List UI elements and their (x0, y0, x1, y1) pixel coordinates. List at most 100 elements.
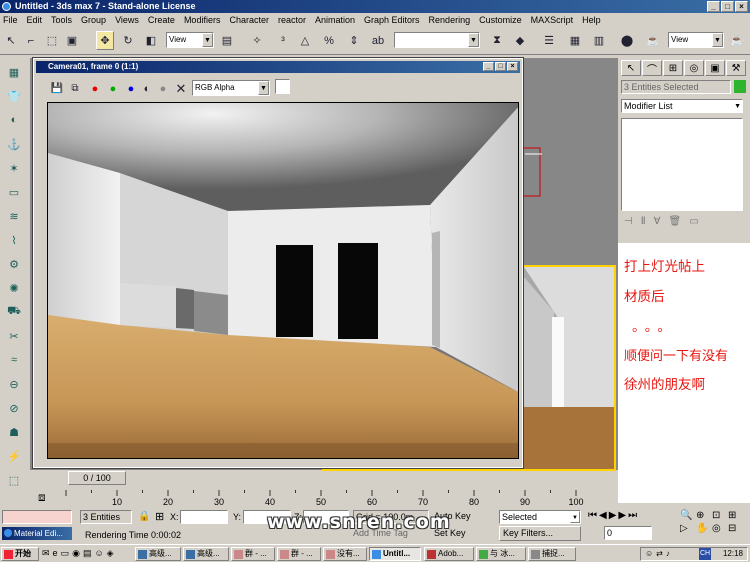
schematic-view-icon[interactable]: ▥ (590, 31, 608, 50)
qq-icon[interactable]: ☺ (94, 548, 103, 559)
outlook-icon[interactable]: ✉ (42, 548, 50, 559)
media-icon[interactable]: ◉ (72, 548, 80, 559)
material-editor-icon[interactable]: ⬤ (618, 31, 636, 50)
clone-icon[interactable]: ⧉ (66, 79, 84, 98)
angle-snap-icon[interactable]: △ (296, 31, 314, 50)
render-scene-icon[interactable]: ☕ (644, 31, 662, 50)
undo-icon[interactable]: ↖ (2, 31, 20, 50)
snap-toggle-icon[interactable]: ³ (274, 31, 292, 50)
x-coord-field[interactable] (180, 510, 228, 524)
fracture-icon[interactable]: ✂ (4, 326, 24, 346)
absolute-mode-icon[interactable]: ⊞ (155, 510, 164, 523)
qq-tray-icon[interactable]: ☺ (645, 549, 653, 558)
pan-icon[interactable]: ✋ (696, 523, 712, 534)
select-link-icon[interactable]: ⌐ (22, 31, 40, 50)
time-slider[interactable]: 0 / 100 (30, 470, 618, 490)
constraint-icon[interactable]: ⊖ (4, 374, 24, 394)
select-region-icon[interactable]: ⬚ (43, 31, 61, 50)
edit-named-selection-icon[interactable]: ab (369, 31, 387, 50)
modifier-stack[interactable] (621, 118, 743, 211)
named-selection-dropdown[interactable]: ▼ (394, 32, 480, 48)
menu-help[interactable]: Help (582, 15, 601, 25)
maximize-viewport-icon[interactable]: ⊟ (728, 523, 744, 534)
key-selection-dropdown[interactable]: Selected ▼ (499, 510, 581, 524)
task-4[interactable]: 群 - ... (277, 547, 321, 561)
mirror-icon[interactable]: ⧗ (488, 31, 506, 50)
align-icon[interactable]: ◆ (511, 31, 529, 50)
task-adobe[interactable]: Adob... (424, 547, 474, 561)
menu-group[interactable]: Group (81, 15, 106, 25)
percent-snap-icon[interactable]: % (320, 31, 338, 50)
previous-frame-icon[interactable]: ◀ (599, 510, 607, 521)
color-swatch[interactable] (275, 79, 290, 94)
plane-icon[interactable]: ▭ (4, 182, 24, 202)
task-2[interactable]: 高级... (183, 547, 229, 561)
preview-icon[interactable]: ⬚ (4, 470, 24, 490)
menu-character[interactable]: Character (229, 15, 269, 25)
pin-stack-icon[interactable]: ⊣ (624, 216, 633, 227)
render-frame-window[interactable]: Camera01, frame 0 (1:1) _ □ × 💾 ⧉ ● ● ● … (32, 57, 524, 469)
spring-icon[interactable]: ≋ (4, 206, 24, 226)
menu-tools[interactable]: Tools (51, 15, 72, 25)
select-scale-icon[interactable]: ◧ (142, 31, 160, 50)
menu-edit[interactable]: Edit (27, 15, 43, 25)
red-channel-icon[interactable]: ● (86, 79, 104, 98)
motion-tab-icon[interactable]: ◎ (684, 60, 704, 76)
render-view-dropdown[interactable]: View ▼ (668, 32, 724, 48)
motor-icon[interactable]: ⚙ (4, 254, 24, 274)
render-maximize-button[interactable]: □ (495, 62, 506, 71)
monochrome-icon[interactable]: ● (154, 79, 172, 98)
lock-icon[interactable]: 🔒 (138, 511, 150, 522)
object-color-swatch[interactable] (734, 80, 746, 93)
open-mini-curve-editor-icon[interactable]: ⧈ (38, 490, 46, 505)
material-editor-minimized[interactable]: Material Edi... (2, 527, 72, 540)
zoom-icon[interactable]: 🔍 (680, 510, 696, 521)
time-slider-thumb[interactable]: 0 / 100 (68, 471, 126, 485)
task-3dsmax[interactable]: Untitl... (369, 547, 421, 561)
key-filters-button[interactable]: Key Filters... (499, 526, 581, 541)
curve-editor-icon[interactable]: ▦ (566, 31, 584, 50)
ime-indicator[interactable]: CH (699, 548, 712, 560)
render-minimize-button[interactable]: _ (483, 62, 494, 71)
go-to-end-icon[interactable]: ⏭ (628, 510, 637, 521)
save-icon[interactable]: 💾 (48, 79, 66, 98)
manipulate-icon[interactable]: ✧ (248, 31, 266, 50)
modifier-list-dropdown[interactable]: Modifier List ▼ (621, 99, 743, 113)
window-crossing-icon[interactable]: ▣ (63, 31, 81, 50)
orbit-icon[interactable]: ◎ (712, 523, 728, 534)
task-5[interactable]: 没有... (323, 547, 367, 561)
deforming-mesh-icon[interactable]: ✶ (4, 158, 24, 178)
soft-body-icon[interactable]: ◐ (4, 110, 24, 130)
ragdoll-icon[interactable]: ☗ (4, 422, 24, 442)
analyze-icon[interactable]: ⚡ (4, 446, 24, 466)
current-frame-field[interactable]: 0 (604, 526, 652, 540)
hinge-icon[interactable]: ⊘ (4, 398, 24, 418)
menu-views[interactable]: Views (115, 15, 139, 25)
volume-tray-icon[interactable]: ♪ (666, 549, 670, 558)
minimize-button[interactable]: _ (707, 1, 720, 12)
display-tab-icon[interactable]: ▣ (705, 60, 725, 76)
toy-car-icon[interactable]: ⛟ (4, 302, 24, 322)
spinner-snap-icon[interactable]: ⇕ (345, 31, 363, 50)
hierarchy-tab-icon[interactable]: ⊞ (663, 60, 683, 76)
render-close-button[interactable]: × (507, 62, 518, 71)
utilities-tab-icon[interactable]: ⚒ (726, 60, 746, 76)
task-capture[interactable]: 捕捉... (528, 547, 576, 561)
wind-icon[interactable]: ✺ (4, 278, 24, 298)
menu-create[interactable]: Create (148, 15, 175, 25)
explorer-icon[interactable]: ▤ (83, 548, 92, 559)
menu-maxscript[interactable]: MAXScript (531, 15, 574, 25)
layer-manager-icon[interactable]: ☰ (540, 31, 558, 50)
remove-modifier-icon[interactable]: 🗑 (668, 216, 681, 227)
zoom-all-icon[interactable]: ⊕ (696, 510, 712, 521)
select-rotate-icon[interactable]: ↻ (119, 31, 137, 50)
menu-customize[interactable]: Customize (479, 15, 522, 25)
configure-modifier-icon[interactable]: ▭ (689, 216, 698, 227)
menu-graph-editors[interactable]: Graph Editors (364, 15, 420, 25)
cloth-icon[interactable]: 👕 (4, 86, 24, 106)
modify-tab-icon[interactable]: ⌒ (642, 60, 662, 76)
make-unique-icon[interactable]: ∀ (654, 216, 661, 227)
water-icon[interactable]: ≈ (4, 350, 24, 370)
zoom-extents-icon[interactable]: ⊡ (712, 510, 728, 521)
next-frame-icon[interactable]: ▶ (618, 510, 626, 521)
